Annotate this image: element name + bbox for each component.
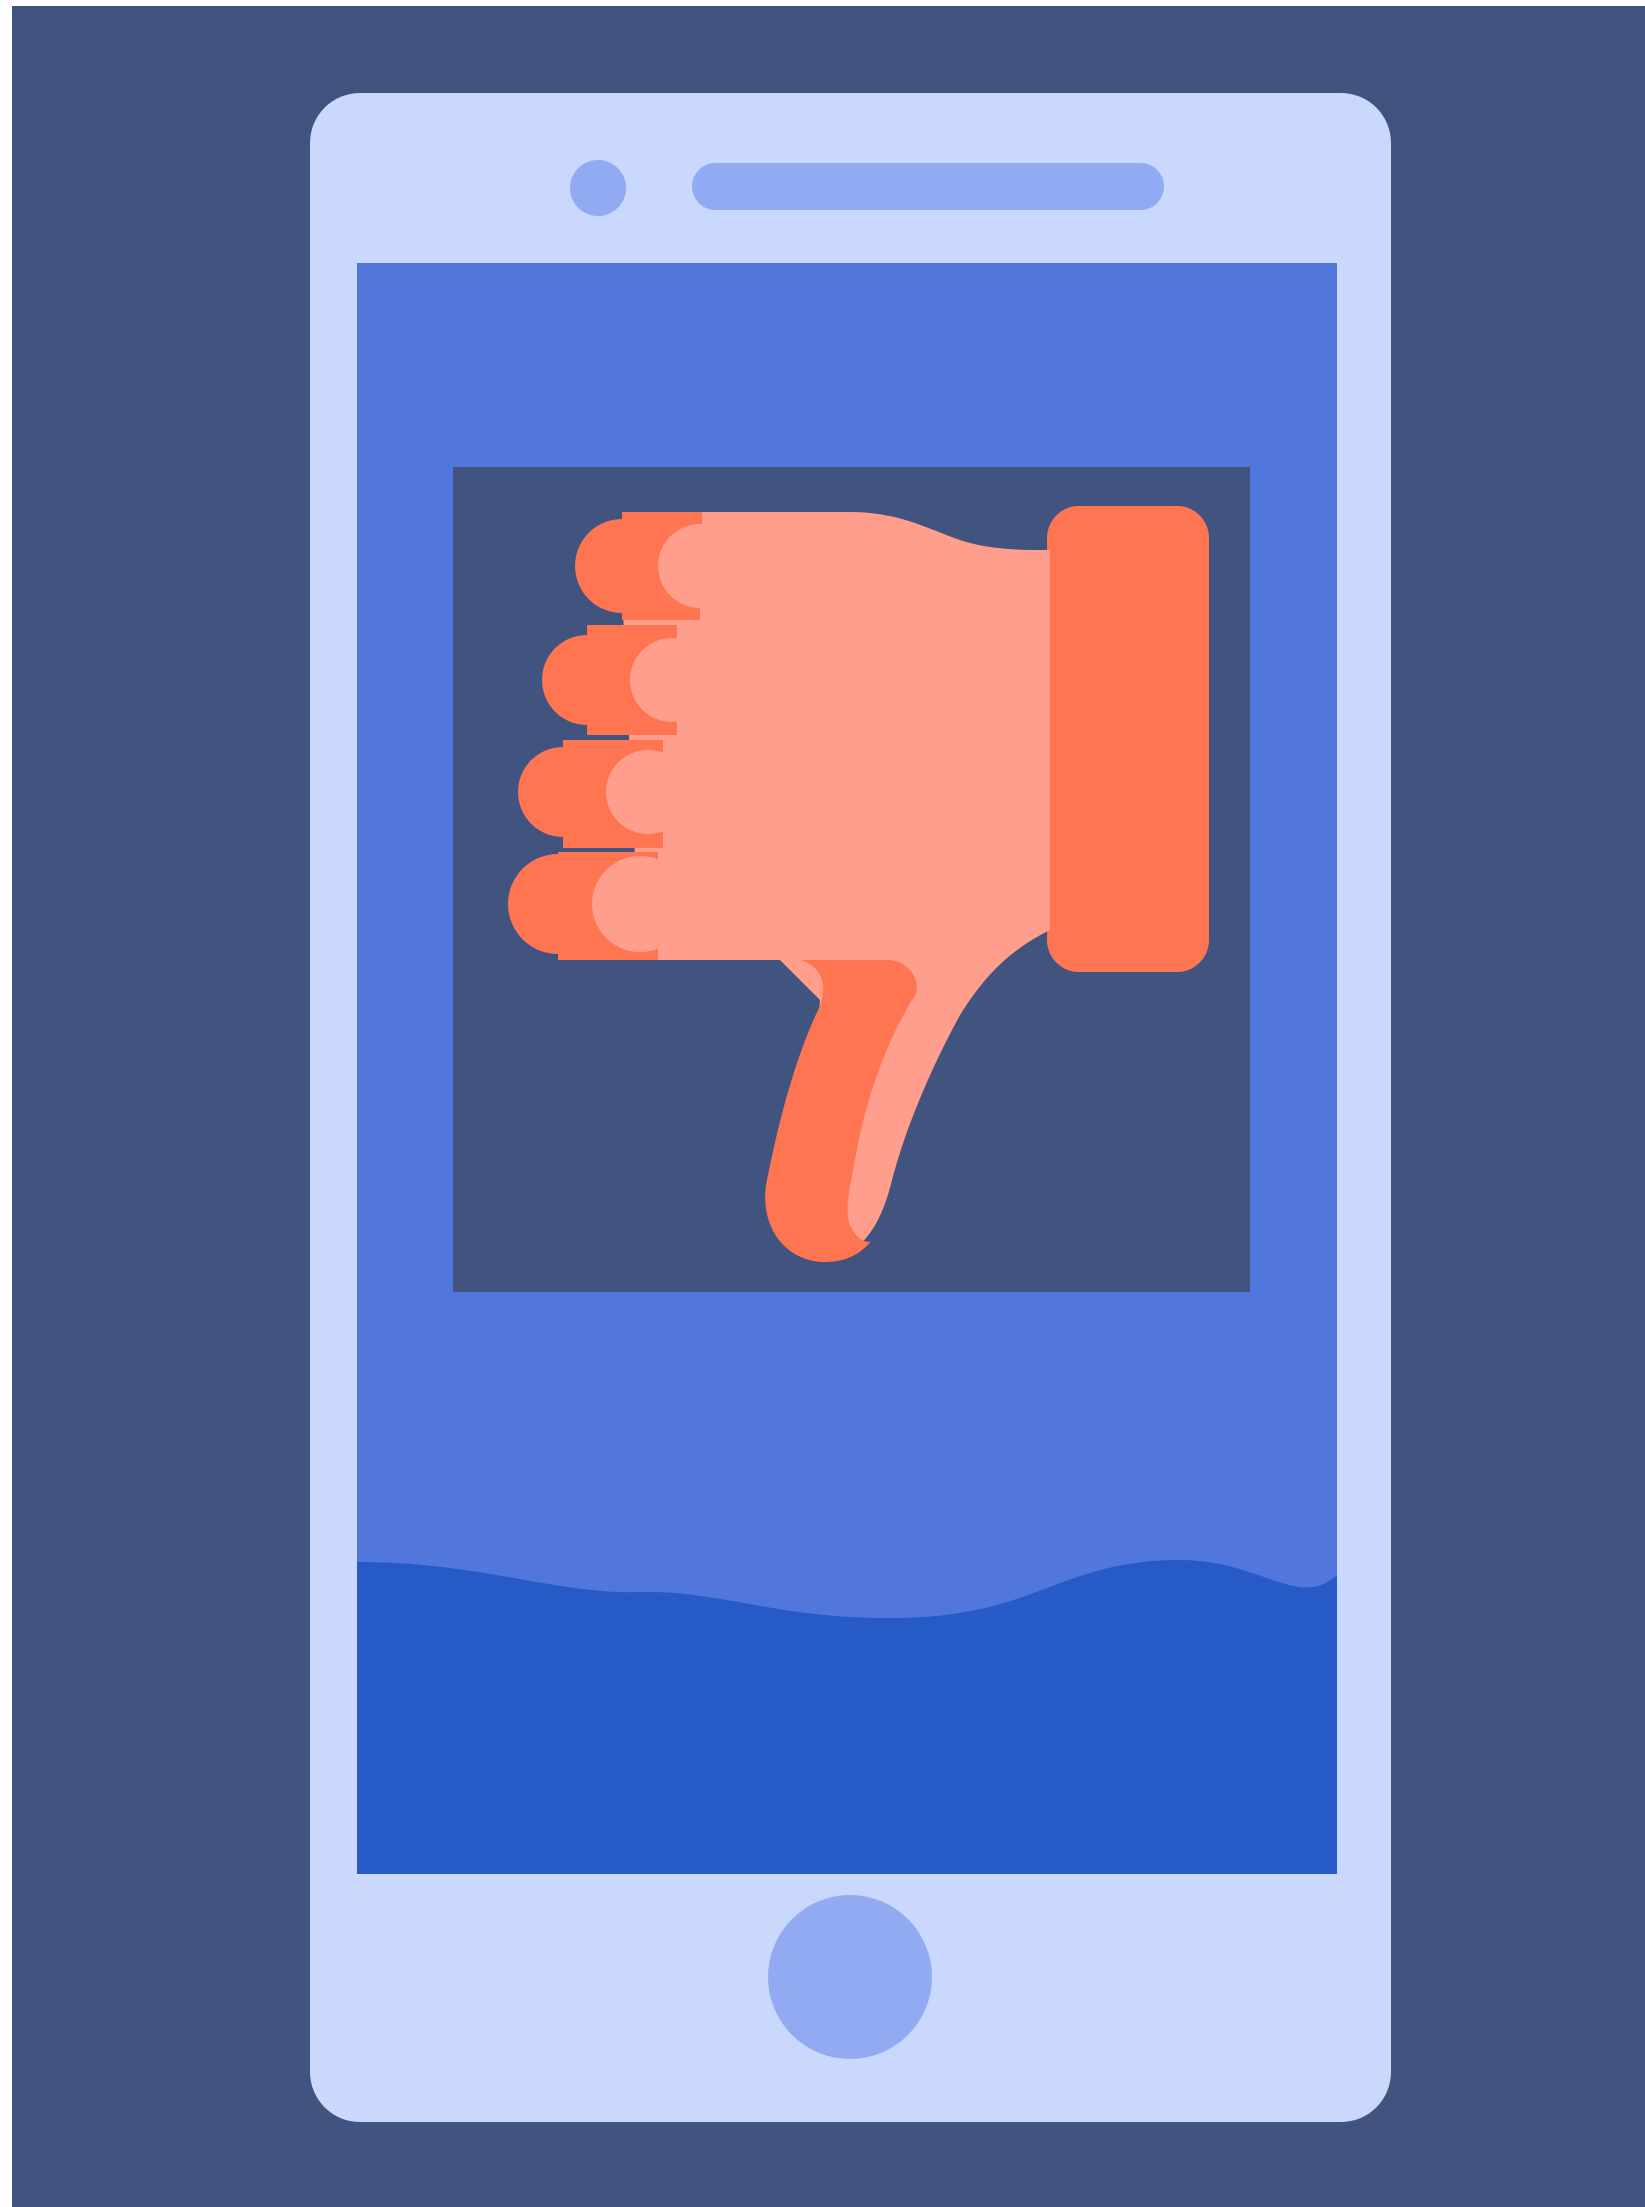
- cuff: [1047, 506, 1209, 972]
- front-camera: [570, 160, 626, 216]
- finger-3-highlight: [606, 750, 690, 834]
- home-button[interactable]: [768, 1895, 932, 2059]
- finger-4-highlight: [592, 856, 688, 952]
- speaker-grille: [692, 163, 1164, 210]
- illustration: [0, 0, 1645, 2207]
- phone-illustration-svg: [0, 0, 1645, 2207]
- palm-fill: [700, 524, 900, 954]
